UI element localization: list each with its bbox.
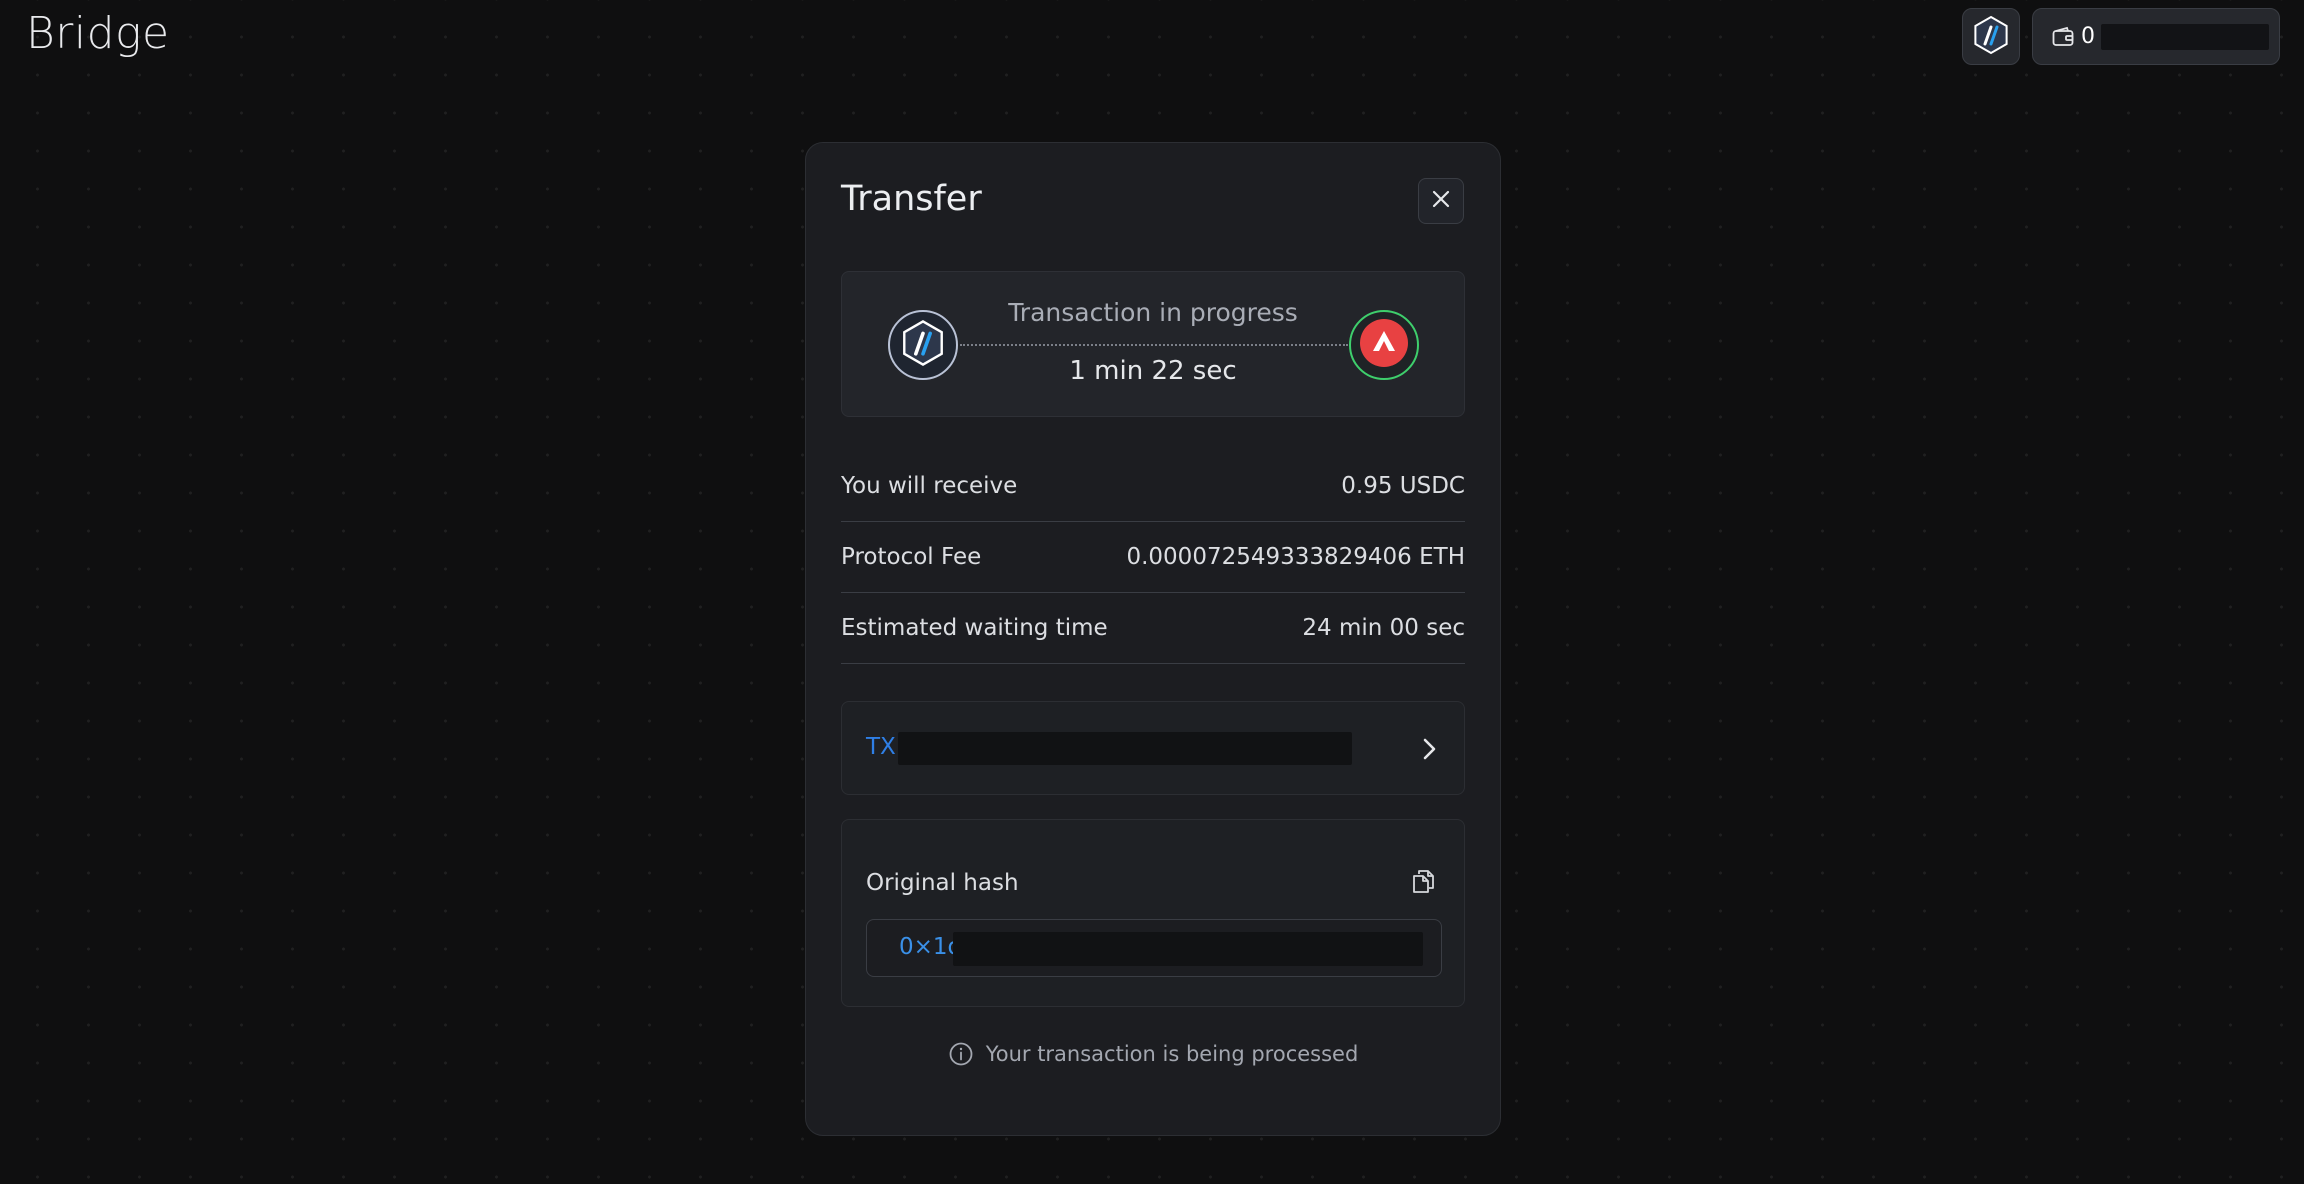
detail-label: You will receive: [841, 473, 1018, 499]
progress-line: [960, 344, 1348, 346]
app-title: Bridge: [26, 8, 170, 59]
elapsed-time: 1 min 22 sec: [1069, 356, 1237, 386]
transfer-modal: Transfer Transaction in progress 1 min 2…: [805, 142, 1501, 1136]
detail-label: Protocol Fee: [841, 544, 982, 570]
original-hash-card: Original hash 0×1d: [841, 819, 1465, 1007]
detail-row-receive: You will receive 0.95 USDC: [841, 451, 1465, 522]
wallet-address-redacted: [2101, 23, 2269, 50]
close-button[interactable]: [1418, 178, 1464, 224]
detail-row-protocol-fee: Protocol Fee 0.000072549333829406 ETH: [841, 522, 1465, 593]
modal-title: Transfer: [841, 179, 982, 219]
detail-row-waiting-time: Estimated waiting time 24 min 00 sec: [841, 593, 1465, 664]
detail-value: 24 min 00 sec: [1302, 615, 1465, 641]
processing-status-note: Your transaction is being processed: [806, 1041, 1500, 1067]
detail-label: Estimated waiting time: [841, 615, 1108, 641]
info-icon: [948, 1041, 974, 1067]
chevron-right-icon: [1414, 734, 1444, 764]
detail-value: 0.000072549333829406 ETH: [1126, 544, 1465, 570]
transaction-progress-card: Transaction in progress 1 min 22 sec: [841, 271, 1465, 417]
transfer-details: You will receive 0.95 USDC Protocol Fee …: [841, 451, 1465, 664]
processing-status-text: Your transaction is being processed: [985, 1042, 1359, 1066]
tx-label: TX: [866, 734, 896, 760]
close-icon: [1430, 188, 1452, 214]
wallet-button[interactable]: 0: [2032, 8, 2280, 65]
original-hash-label: Original hash: [866, 870, 1019, 896]
original-hash-redacted: [953, 932, 1423, 966]
wallet-balance: 0: [2081, 24, 2095, 49]
copy-hash-button[interactable]: [1406, 866, 1440, 900]
tx-hash-redacted: [898, 732, 1352, 765]
detail-value: 0.95 USDC: [1341, 473, 1465, 499]
network-selector-button[interactable]: [1962, 8, 2020, 65]
tx-link-card[interactable]: TX: [841, 701, 1465, 795]
progress-status-text: Transaction in progress: [1008, 298, 1298, 327]
arbitrum-logo-icon: [1971, 15, 2011, 59]
copy-icon: [1409, 867, 1437, 899]
original-hash-field[interactable]: 0×1d: [866, 919, 1442, 977]
wallet-icon: [2051, 25, 2075, 49]
